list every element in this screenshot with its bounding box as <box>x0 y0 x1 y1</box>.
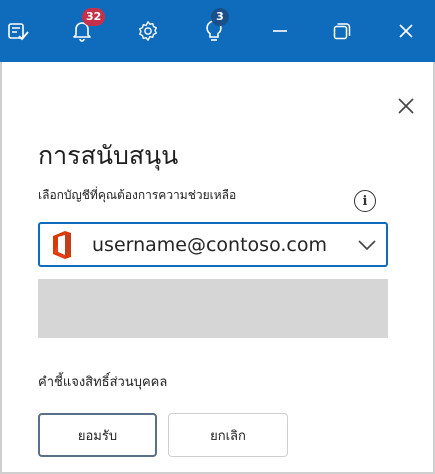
tips-badge: 3 <box>211 8 229 26</box>
page-title: การสนับสนุน <box>38 141 179 170</box>
window-close-button[interactable] <box>386 0 426 62</box>
account-value: username@contoso.com <box>92 233 327 256</box>
minimize-icon <box>273 30 287 32</box>
account-dropdown[interactable]: username@contoso.com <box>38 222 388 267</box>
privacy-link[interactable]: คำชี้แจงสิทธิ์ส่วนบุคคล <box>38 371 167 392</box>
tips-button[interactable]: 3 <box>194 0 234 62</box>
cancel-button[interactable]: ยกเลิก <box>168 413 288 457</box>
settings-button[interactable] <box>128 0 168 62</box>
tasks-button[interactable] <box>0 0 36 62</box>
close-icon <box>399 24 413 38</box>
restore-button[interactable] <box>322 0 362 62</box>
restore-icon <box>333 23 351 40</box>
notifications-badge: 32 <box>82 8 106 26</box>
minimize-button[interactable] <box>260 0 300 62</box>
notifications-button[interactable]: 32 <box>62 0 106 62</box>
info-icon[interactable]: i <box>354 190 376 212</box>
office-logo-icon <box>53 230 71 259</box>
account-prompt: เลือกบัญชีที่คุณต้องการความช่วยเหลือ <box>38 188 237 202</box>
gear-icon <box>139 21 157 41</box>
accept-button[interactable]: ยอมรับ <box>38 413 157 457</box>
panel-close-button[interactable] <box>392 92 420 120</box>
dismiss-icon <box>398 98 414 114</box>
content-placeholder <box>38 279 388 338</box>
chevron-down-icon <box>358 239 376 250</box>
title-bar: 32 3 <box>0 0 435 62</box>
tasks-icon <box>8 23 29 41</box>
